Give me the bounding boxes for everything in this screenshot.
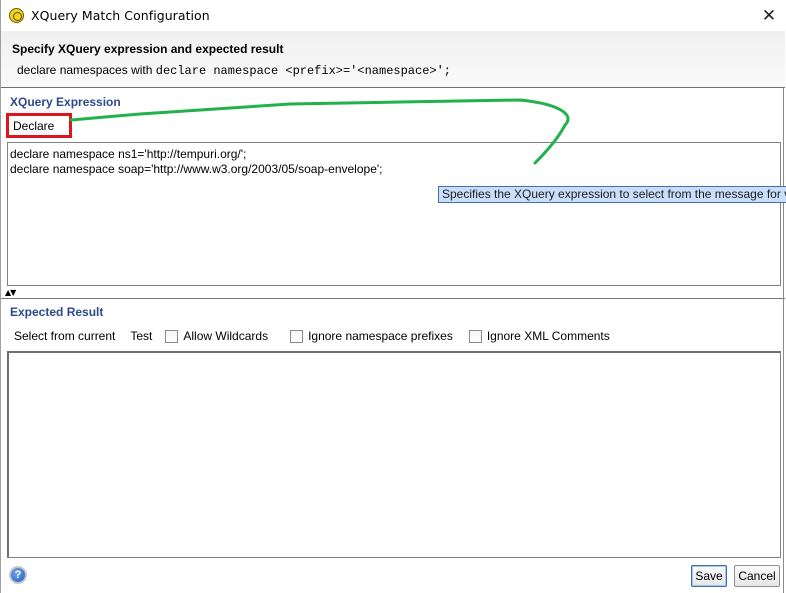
close-icon: ✕ (761, 6, 777, 26)
checkbox-label: Ignore XML Comments (486, 329, 610, 343)
header-desc-prefix: declare namespaces with (17, 63, 156, 77)
checkbox-label: Allow Wildcards (183, 329, 269, 343)
xquery-tooltip: Specifies the XQuery expression to selec… (438, 186, 786, 203)
save-button[interactable]: Save (691, 565, 727, 587)
header-description: declare namespaces with declare namespac… (17, 63, 451, 78)
close-button[interactable]: ✕ (753, 3, 785, 29)
header-desc-code: declare namespace <prefix>='<namespace>'… (155, 64, 451, 78)
expected-result-title: Expected Result (10, 305, 104, 319)
splitter-divider[interactable] (1, 298, 785, 299)
checkbox-box[interactable] (290, 329, 304, 343)
select-from-current-button[interactable]: Select from current (14, 329, 115, 343)
expected-result-toolbar: Select from current Test Allow Wildcards… (14, 328, 610, 344)
expected-result-editor[interactable] (7, 351, 781, 558)
soapui-icon (9, 8, 24, 23)
declare-button[interactable]: Declare (13, 119, 54, 133)
xquery-expression-title: XQuery Expression (10, 95, 121, 109)
test-button[interactable]: Test (130, 329, 152, 343)
help-button[interactable]: ? (9, 566, 27, 584)
header-title: Specify XQuery expression and expected r… (12, 42, 284, 56)
help-icon: ? (14, 569, 22, 581)
ignore-namespace-prefixes-checkbox[interactable]: Ignore namespace prefixes (290, 329, 453, 343)
xquery-match-dialog: XQuery Match Configuration ✕ Specify XQu… (0, 0, 785, 593)
checkbox-label: Ignore namespace prefixes (308, 329, 453, 343)
xquery-expression-editor[interactable]: declare namespace ns1='http://tempuri.or… (7, 142, 781, 286)
checkbox-box[interactable] (165, 329, 179, 343)
dialog-header: Specify XQuery expression and expected r… (1, 31, 785, 88)
checkbox-box[interactable] (468, 329, 482, 343)
window-title: XQuery Match Configuration (31, 8, 210, 23)
title-bar: XQuery Match Configuration ✕ (1, 0, 785, 31)
expression-line: declare namespace soap='http://www.w3.or… (10, 162, 383, 176)
cancel-button[interactable]: Cancel (734, 565, 780, 587)
expression-line: declare namespace ns1='http://tempuri.or… (10, 147, 247, 161)
ignore-xml-comments-checkbox[interactable]: Ignore XML Comments (468, 329, 610, 343)
splitter-controls: ▲▼ (5, 288, 16, 297)
declare-highlight: Declare (6, 113, 72, 138)
allow-wildcards-checkbox[interactable]: Allow Wildcards (165, 329, 268, 343)
splitter-down-icon[interactable]: ▼ (10, 288, 16, 297)
